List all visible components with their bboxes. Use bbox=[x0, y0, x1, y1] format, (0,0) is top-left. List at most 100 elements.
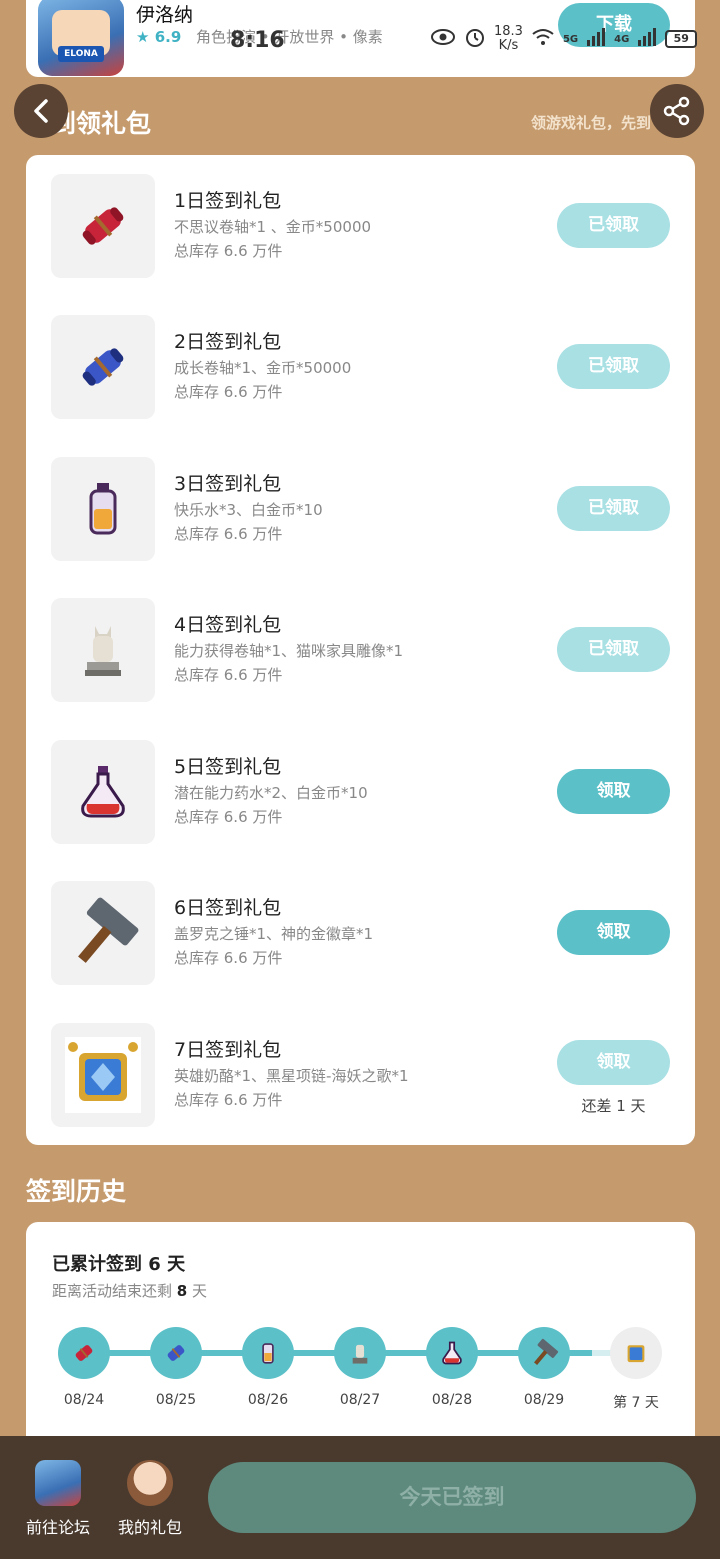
gift-desc: 快乐水*3、白金币*10 bbox=[174, 501, 323, 519]
gift-title: 4日签到礼包 bbox=[174, 614, 282, 636]
claim-button-locked[interactable]: 领取 bbox=[557, 1040, 670, 1085]
gift-stock: 总库存 6.6 万件 bbox=[174, 1091, 283, 1109]
chevron-left-icon bbox=[34, 99, 48, 123]
star-icon: ★ bbox=[136, 28, 150, 46]
claimed-button[interactable]: 已领取 bbox=[557, 486, 670, 531]
timeline-date: 08/29 bbox=[523, 1392, 565, 1408]
hammer-icon bbox=[51, 881, 155, 985]
back-button[interactable] bbox=[14, 84, 68, 138]
gift-desc: 成长卷轴*1、金币*50000 bbox=[174, 359, 352, 377]
timeline-node-day-4 bbox=[334, 1327, 386, 1379]
signal-5g-icon: 5G bbox=[562, 33, 579, 45]
game-tags: 角色扮演 • 开放世界 • 像素 bbox=[196, 28, 383, 46]
gift-stock: 总库存 6.6 万件 bbox=[174, 949, 283, 967]
bottom-bar: 前往论坛 我的礼包 今天已签到 bbox=[0, 1436, 720, 1559]
game-name: 伊洛纳 bbox=[136, 4, 194, 26]
gift-stock: 总库存 6.6 万件 bbox=[174, 666, 283, 684]
page-subtitle: 领游戏礼包，先到 bbox=[531, 114, 652, 132]
cat-statue-icon bbox=[352, 1344, 368, 1364]
claim-button[interactable]: 领取 bbox=[557, 910, 670, 955]
gift-title: 7日签到礼包 bbox=[174, 1039, 282, 1061]
claimed-button[interactable]: 已领取 bbox=[557, 627, 670, 672]
my-gifts-link[interactable]: 我的礼包 bbox=[110, 1460, 190, 1538]
amulet-icon bbox=[51, 1023, 155, 1127]
alarm-icon bbox=[464, 26, 486, 52]
gift-row-day-7: 7日签到礼包 英雄奶酪*1、黑星项链-海妖之歌*1 总库存 6.6 万件 领取 … bbox=[26, 1023, 695, 1127]
timeline-date: 08/26 bbox=[247, 1392, 289, 1408]
avatar-gift-icon bbox=[127, 1460, 173, 1506]
gift-list: 1日签到礼包 不思议卷轴*1 、金币*50000 总库存 6.6 万件 已领取 … bbox=[26, 155, 695, 1145]
history-panel: 已累计签到 6 天 距离活动结束还剩 8 天 08/24 08/25 08/26… bbox=[26, 1222, 695, 1452]
history-title: 签到历史 bbox=[26, 1177, 127, 1206]
gift-desc: 英雄奶酪*1、黑星项链-海妖之歌*1 bbox=[174, 1067, 409, 1085]
gift-title: 6日签到礼包 bbox=[174, 897, 282, 919]
gift-title: 2日签到礼包 bbox=[174, 331, 282, 353]
share-button[interactable] bbox=[650, 84, 704, 138]
gift-desc: 不思议卷轴*1 、金币*50000 bbox=[174, 218, 372, 236]
gift-row-day-3: 3日签到礼包 快乐水*3、白金币*10 总库存 6.6 万件 已领取 bbox=[26, 457, 695, 561]
share-icon bbox=[663, 96, 690, 126]
signal-bars-2-icon bbox=[637, 28, 657, 50]
timeline-node-day-1 bbox=[58, 1327, 110, 1379]
cat-statue-icon bbox=[51, 598, 155, 702]
timeline-date: 08/25 bbox=[155, 1392, 197, 1408]
timeline-date: 08/28 bbox=[431, 1392, 473, 1408]
timeline-node-day-6 bbox=[518, 1327, 570, 1379]
gift-desc: 潜在能力药水*2、白金币*10 bbox=[174, 784, 368, 802]
red-scroll-icon bbox=[75, 1345, 93, 1361]
gift-title: 5日签到礼包 bbox=[174, 756, 282, 778]
gift-desc: 能力获得卷轴*1、猫咪家具雕像*1 bbox=[174, 642, 404, 660]
gift-row-day-4: 4日签到礼包 能力获得卷轴*1、猫咪家具雕像*1 总库存 6.6 万件 已领取 bbox=[26, 598, 695, 702]
gift-row-day-2: 2日签到礼包 成长卷轴*1、金币*50000 总库存 6.6 万件 已领取 bbox=[26, 315, 695, 419]
flask-icon bbox=[51, 740, 155, 844]
gift-row-day-5: 5日签到礼包 潜在能力药水*2、白金币*10 总库存 6.6 万件 领取 bbox=[26, 740, 695, 844]
net-speed: 18.3 K/s bbox=[494, 24, 523, 53]
status-time: 8:16 bbox=[230, 28, 285, 53]
game-rating: ★ 6.9 bbox=[136, 28, 181, 46]
gift-row-day-6: 6日签到礼包 盖罗克之锤*1、神的金徽章*1 总库存 6.6 万件 领取 bbox=[26, 881, 695, 985]
signal-4g-icon: 4G bbox=[614, 33, 630, 45]
timeline-date: 08/24 bbox=[63, 1392, 105, 1408]
gift-stock: 总库存 6.6 万件 bbox=[174, 242, 283, 260]
my-gifts-label: 我的礼包 bbox=[117, 1518, 182, 1537]
gift-stock: 总库存 6.6 万件 bbox=[174, 525, 283, 543]
game-icon[interactable]: ELONA bbox=[38, 0, 124, 76]
timeline-node-day-7 bbox=[610, 1327, 662, 1379]
timeline-node-day-5 bbox=[426, 1327, 478, 1379]
rating-value: 6.9 bbox=[154, 28, 182, 46]
claimed-button[interactable]: 已领取 bbox=[557, 203, 670, 248]
potion-bottle-icon bbox=[262, 1343, 274, 1364]
event-remaining: 距离活动结束还剩 8 天 bbox=[52, 1282, 207, 1300]
gift-title: 1日签到礼包 bbox=[174, 190, 282, 212]
gift-stock: 总库存 6.6 万件 bbox=[174, 383, 283, 401]
forum-label: 前往论坛 bbox=[25, 1518, 90, 1537]
blue-scroll-icon bbox=[167, 1345, 185, 1361]
blue-scroll-icon bbox=[51, 315, 155, 419]
gift-stock: 总库存 6.6 万件 bbox=[174, 808, 283, 826]
timeline-node-day-2 bbox=[150, 1327, 202, 1379]
eye-icon bbox=[430, 28, 456, 50]
timeline-date: 第 7 天 bbox=[613, 1395, 659, 1411]
game-forum-icon bbox=[35, 1460, 81, 1506]
signal-bars-icon bbox=[586, 28, 606, 50]
flask-icon bbox=[442, 1341, 462, 1365]
timeline-date: 08/27 bbox=[339, 1392, 381, 1408]
battery-icon: 59 bbox=[665, 30, 698, 48]
gift-title: 3日签到礼包 bbox=[174, 473, 282, 495]
days-remaining-note: 还差 1 天 bbox=[581, 1097, 646, 1115]
gift-row-day-1: 1日签到礼包 不思议卷轴*1 、金币*50000 总库存 6.6 万件 已领取 bbox=[26, 174, 695, 278]
timeline-node-day-3 bbox=[242, 1327, 294, 1379]
wifi-icon bbox=[531, 28, 555, 50]
gift-desc: 盖罗克之锤*1、神的金徽章*1 bbox=[174, 925, 374, 943]
game-icon-logo: ELONA bbox=[58, 46, 104, 62]
checkin-total: 已累计签到 6 天 bbox=[52, 1254, 186, 1275]
claimed-button[interactable]: 已领取 bbox=[557, 344, 670, 389]
hammer-icon bbox=[534, 1338, 559, 1365]
claim-button[interactable]: 领取 bbox=[557, 769, 670, 814]
amulet-icon bbox=[627, 1345, 645, 1363]
potion-bottle-icon bbox=[51, 457, 155, 561]
checked-in-button[interactable]: 今天已签到 bbox=[208, 1462, 696, 1533]
status-icons: 18.3 K/s 5G 4G 59 bbox=[430, 22, 698, 56]
red-scroll-icon bbox=[51, 174, 155, 278]
forum-link[interactable]: 前往论坛 bbox=[18, 1460, 98, 1538]
